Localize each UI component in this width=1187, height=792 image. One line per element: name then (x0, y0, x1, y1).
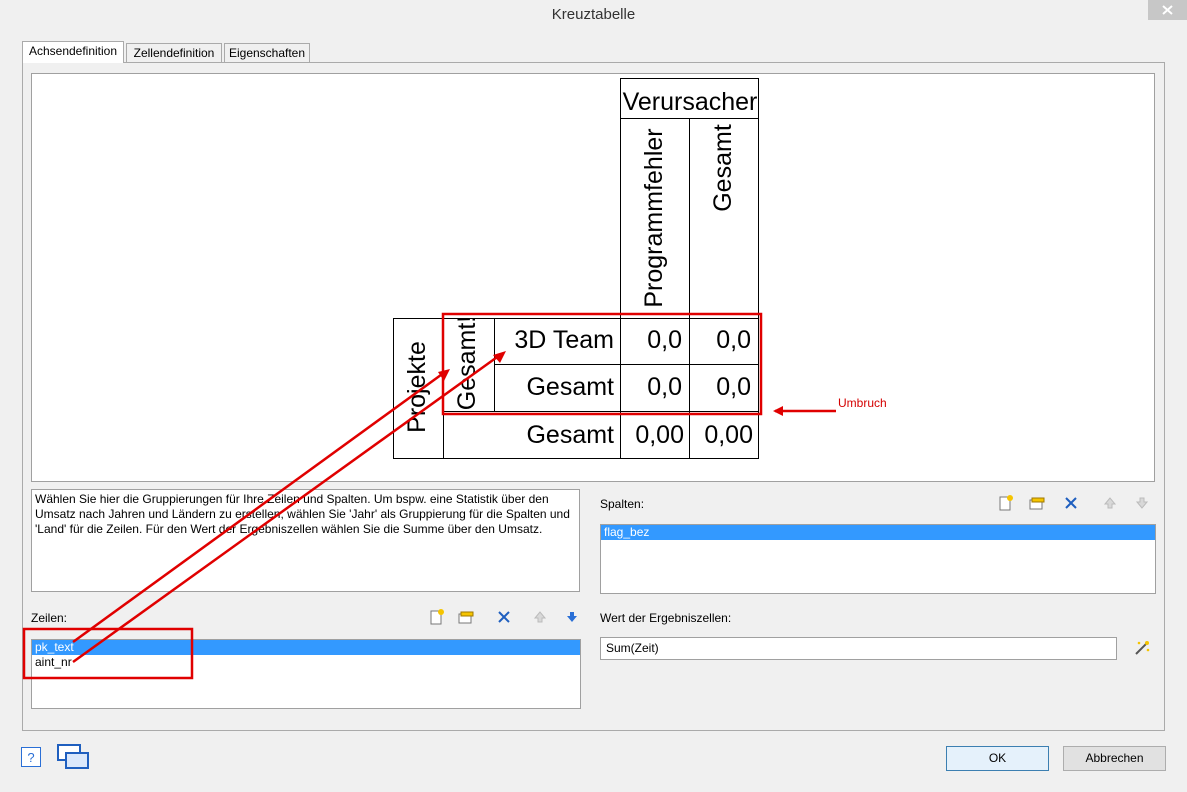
description-box: Wählen Sie hier die Gruppierungen für Ih… (31, 489, 580, 592)
help-icon: ? (21, 747, 41, 767)
delete-column-group-button[interactable] (1062, 494, 1080, 512)
cell-value: 0,0 (647, 373, 682, 401)
column-group-header: Verursacher (622, 88, 758, 116)
cancel-button[interactable]: Abbrechen (1063, 746, 1166, 771)
row-label-gesamt: Gesamt (526, 373, 614, 401)
zeilen-label: Zeilen: (31, 611, 68, 625)
move-down-row-button[interactable] (563, 608, 581, 626)
spalten-list[interactable]: flag_bez (600, 524, 1156, 594)
row-subgroup-header: Gesamt! (453, 315, 481, 411)
help-button[interactable]: ? (20, 746, 42, 768)
total-row-label: Gesamt (526, 421, 614, 449)
move-down-column-button[interactable] (1133, 494, 1151, 512)
list-item[interactable]: pk_text (32, 640, 580, 655)
list-item[interactable]: flag_bez (601, 525, 1155, 540)
svg-text:?: ? (27, 750, 34, 765)
new-column-group-button[interactable] (997, 494, 1015, 512)
move-up-column-button[interactable] (1101, 494, 1119, 512)
magic-wand-icon (1135, 641, 1150, 655)
move-up-row-button[interactable] (531, 608, 549, 626)
ok-button[interactable]: OK (946, 746, 1049, 771)
arrow-down-icon (1135, 497, 1149, 509)
cell-value: 0,0 (647, 326, 682, 354)
windows-button[interactable] (56, 743, 90, 771)
new-icon (999, 495, 1013, 511)
total-value: 0,00 (704, 421, 753, 449)
properties-icon (1029, 497, 1045, 510)
properties-icon (458, 611, 474, 624)
windows-icon (57, 744, 89, 769)
cell-value: 0,0 (716, 373, 751, 401)
delete-icon (498, 611, 510, 623)
tab-achsendefinition[interactable]: Achsendefinition (22, 41, 124, 63)
zeilen-list[interactable]: pk_text aint_nr (31, 639, 581, 709)
list-item[interactable]: aint_nr (32, 655, 580, 670)
column-header-gesamt: Gesamt (709, 124, 737, 212)
total-value: 0,00 (635, 421, 684, 449)
wert-field[interactable]: Sum(Zeit) (600, 637, 1117, 660)
edit-column-group-button[interactable] (1028, 494, 1046, 512)
arrow-up-icon (1103, 497, 1117, 509)
umbruch-label: Umbruch (838, 396, 887, 410)
row-group-header: Projekte (403, 341, 431, 433)
row-label-3d-team: 3D Team (514, 326, 614, 354)
new-icon (430, 609, 444, 625)
cell-value: 0,0 (716, 326, 751, 354)
spalten-label: Spalten: (600, 497, 645, 511)
delete-icon (1065, 497, 1077, 509)
new-row-group-button[interactable] (428, 608, 446, 626)
delete-row-group-button[interactable] (495, 608, 513, 626)
wert-label: Wert der Ergebniszellen: (600, 611, 732, 625)
arrow-down-icon (567, 612, 577, 622)
arrow-up-icon (533, 611, 547, 623)
column-header-programmfehler: Programmfehler (640, 128, 668, 308)
formula-wizard-button[interactable] (1133, 639, 1151, 657)
edit-row-group-button[interactable] (457, 608, 475, 626)
